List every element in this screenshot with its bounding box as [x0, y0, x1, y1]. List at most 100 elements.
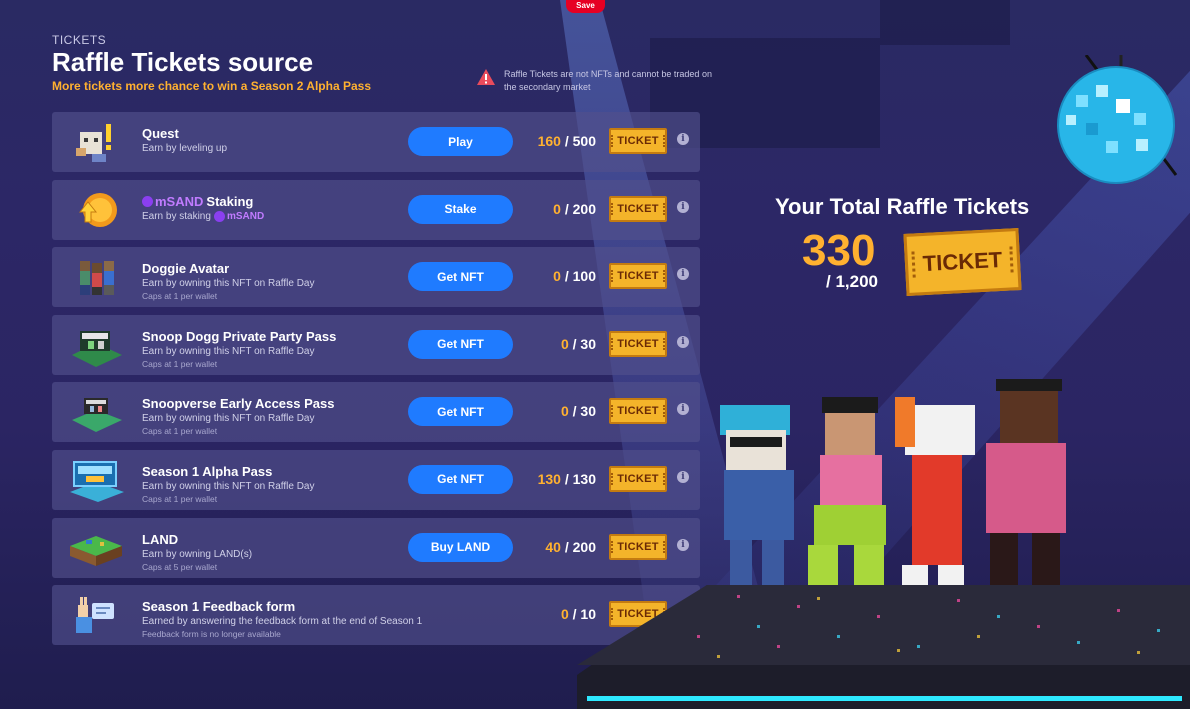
ticket-label: TICKET — [611, 337, 665, 350]
get-nft-button[interactable]: Get NFT — [408, 464, 513, 494]
play-button[interactable]: Play — [408, 127, 513, 156]
source-description: Earned by answering the feedback form at… — [142, 616, 423, 628]
total-tickets-count: 330 — [802, 226, 876, 275]
ticket-label: TICKET — [611, 135, 665, 147]
source-cap: Caps at 1 per wallet — [142, 426, 218, 437]
source-title: LAND — [142, 531, 179, 547]
source-cap: Feedback form is no longer available — [142, 629, 281, 640]
get-nft-button[interactable]: Get NFT — [408, 262, 513, 292]
msand-icon — [213, 210, 225, 222]
ticket-count: 130 / 130 — [537, 470, 596, 487]
doggie-avatar-icon — [66, 253, 126, 301]
source-title: Quest — [142, 126, 179, 141]
source-description: Earn by owning this NFT on Raffle Day — [142, 345, 315, 357]
source-description: Earn by owning this NFT on Raffle Day — [142, 413, 315, 425]
list-item: Season 1 Alpha Pass Earn by owning this … — [52, 449, 700, 510]
ticket-max: 200 — [572, 538, 596, 555]
ticket-label: TICKET — [911, 246, 1014, 278]
msand-token: mSAND — [142, 194, 203, 209]
info-icon[interactable]: i — [677, 538, 689, 551]
ticket-badge: TICKET — [609, 398, 667, 425]
ticket-label: TICKET — [611, 540, 665, 553]
ticket-current: 0 — [553, 268, 561, 285]
list-item: mSAND Staking Earn by staking mSAND Stak… — [52, 179, 700, 240]
ticket-badge: TICKET — [609, 263, 667, 290]
source-description-text: Earn by staking — [142, 210, 211, 222]
info-icon[interactable]: i — [677, 200, 689, 213]
source-title: Snoop Dogg Private Party Pass — [142, 328, 337, 344]
ticket-current: 0 — [560, 606, 569, 623]
page-subtitle: More tickets more chance to win a Season… — [52, 79, 372, 93]
msand-label: mSAND — [226, 210, 265, 222]
ticket-label: TICKET — [611, 270, 665, 283]
msand-label: mSAND — [155, 193, 204, 209]
ticket-current: 0 — [560, 403, 569, 420]
section-eyebrow: TICKETS — [52, 33, 107, 47]
get-nft-button[interactable]: Get NFT — [408, 329, 513, 359]
source-description: Earn by staking mSAND — [142, 210, 265, 222]
ticket-max: 100 — [572, 268, 596, 285]
save-label: Save — [576, 1, 595, 10]
buy-land-button[interactable]: Buy LAND — [408, 532, 513, 562]
stake-button[interactable]: Stake — [408, 194, 513, 224]
warning-text: Raffle Tickets are not NFTs and cannot b… — [504, 69, 712, 92]
early-access-pass-icon — [66, 388, 126, 436]
info-icon[interactable]: i — [677, 470, 689, 483]
large-ticket-badge: TICKET — [903, 228, 1022, 296]
source-title: Season 1 Feedback form — [142, 599, 296, 615]
get-nft-button[interactable]: Get NFT — [408, 397, 513, 427]
ticket-current: 160 — [537, 133, 561, 149]
info-icon[interactable]: i — [677, 335, 689, 348]
list-item: Snoop Dogg Private Party Pass Earn by ow… — [52, 314, 700, 375]
ticket-badge: TICKET — [609, 533, 667, 560]
ticket-max: 30 — [580, 335, 596, 352]
list-item: Doggie Avatar Earn by owning this NFT on… — [52, 247, 700, 308]
source-cap: Caps at 1 per wallet — [142, 291, 218, 302]
source-cap: Caps at 5 per wallet — [142, 561, 218, 572]
info-icon[interactable]: i — [677, 133, 689, 145]
ticket-current: 0 — [560, 335, 569, 352]
msand-token: mSAND — [213, 210, 265, 222]
source-title-text: Staking — [206, 193, 254, 209]
ticket-current: 0 — [553, 200, 561, 217]
msand-icon — [142, 195, 153, 207]
source-title: Season 1 Alpha Pass — [142, 463, 273, 479]
disco-ball-icon — [1057, 55, 1178, 184]
ticket-label: TICKET — [611, 472, 665, 485]
info-icon[interactable]: i — [677, 403, 689, 416]
list-item: Snoopverse Early Access Pass Earn by own… — [52, 382, 700, 443]
ticket-max: 30 — [580, 403, 596, 420]
pinterest-save-button[interactable]: Save — [566, 0, 605, 13]
ticket-badge: TICKET — [609, 128, 667, 154]
party-pass-icon — [66, 321, 126, 369]
ticket-count: 160 / 500 — [537, 133, 596, 149]
ticket-badge: TICKET — [609, 465, 667, 492]
ticket-sources-list: Quest Earn by leveling up Play 160 / 500… — [52, 112, 700, 653]
land-icon — [66, 524, 126, 572]
info-icon[interactable]: i — [677, 268, 689, 281]
list-item: Quest Earn by leveling up Play 160 / 500… — [52, 112, 700, 172]
total-tickets-title: Your Total Raffle Tickets — [775, 194, 1030, 219]
ticket-badge: TICKET — [609, 330, 667, 357]
dance-floor-stage — [577, 585, 1190, 709]
source-description: Earn by leveling up — [142, 143, 228, 154]
ticket-label: TICKET — [611, 405, 665, 418]
feedback-icon — [66, 591, 126, 639]
background-block — [880, 0, 1010, 45]
staking-coin-icon — [66, 186, 126, 234]
ticket-count: 0 / 100 — [553, 268, 596, 285]
ticket-count: 40 / 200 — [545, 538, 596, 555]
warning-triangle-icon — [477, 69, 495, 85]
page-title: Raffle Tickets source — [52, 47, 314, 77]
ticket-max: 130 — [572, 470, 596, 487]
alpha-pass-icon — [66, 456, 126, 504]
ticket-max: 200 — [572, 200, 596, 217]
warning-notice: Raffle Tickets are not NFTs and cannot b… — [476, 68, 714, 94]
source-description: Earn by owning this NFT on Raffle Day — [142, 278, 315, 290]
source-title: mSAND Staking — [142, 194, 264, 209]
ticket-count: 0 / 200 — [553, 200, 596, 217]
total-tickets-max: / 1,200 — [826, 272, 878, 291]
ticket-label: TICKET — [611, 202, 665, 215]
ticket-badge: TICKET — [609, 195, 667, 222]
source-title: Doggie Avatar — [142, 261, 230, 277]
